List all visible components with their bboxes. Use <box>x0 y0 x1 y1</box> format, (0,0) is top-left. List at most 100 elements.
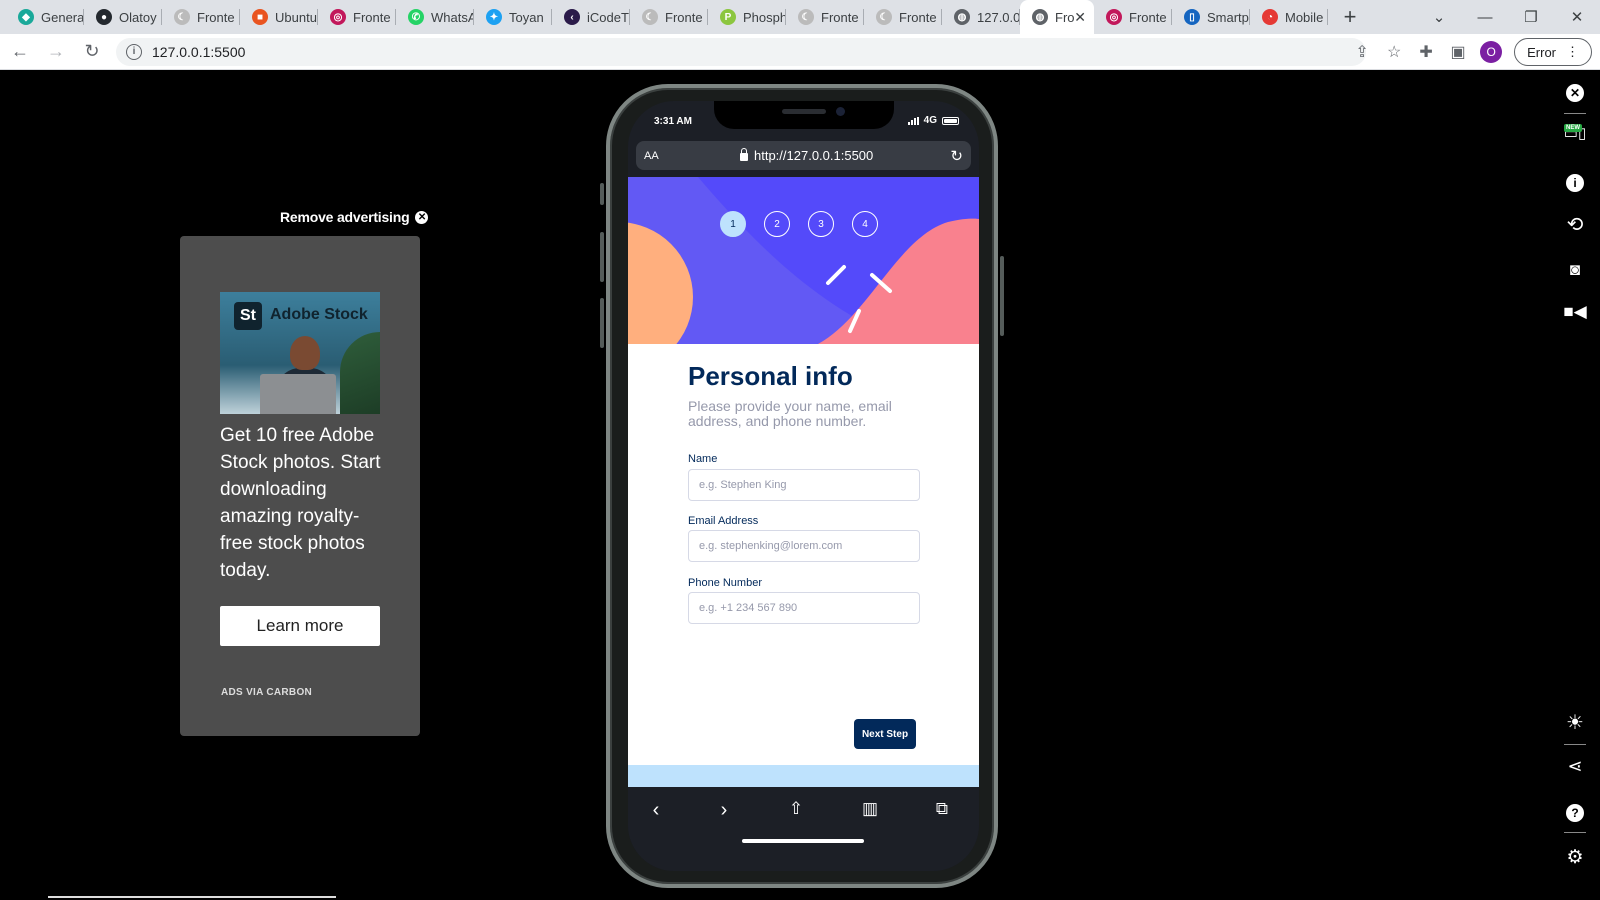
ad-card: St Adobe Stock Get 10 free Adobe Stock p… <box>180 236 420 736</box>
tab-favicon-icon: ☾ <box>876 9 892 25</box>
next-step-button[interactable]: Next Step <box>854 719 916 749</box>
remove-advertising-link[interactable]: Remove advertising ✕ <box>280 209 429 225</box>
battery-icon <box>942 116 959 125</box>
video-record-icon[interactable]: ■◀ <box>1560 302 1590 322</box>
browser-tab[interactable]: ■ Ubuntu <box>240 0 318 34</box>
phone-input[interactable] <box>688 592 920 624</box>
back-button[interactable]: ← <box>4 41 36 62</box>
tab-favicon-icon: ‹ <box>564 9 580 25</box>
safari-back-icon[interactable]: ‹ <box>642 799 670 822</box>
phone-notch <box>714 101 894 129</box>
bookmark-star-icon[interactable]: ☆ <box>1384 42 1404 62</box>
side-panel-icon[interactable]: ▣ <box>1448 42 1468 62</box>
browser-tab[interactable]: ☾ Fronte <box>630 0 708 34</box>
learn-more-button[interactable]: Learn more <box>220 606 380 646</box>
laptop-shape <box>260 374 336 414</box>
tab-search-icon[interactable]: ⌄ <box>1416 8 1462 26</box>
signal-icon <box>907 116 919 125</box>
mobile-reload-icon[interactable]: ↻ <box>950 147 963 165</box>
restore-button[interactable]: ❐ <box>1508 8 1554 26</box>
browser-tab[interactable]: ▯ Smartp <box>1172 0 1250 34</box>
tab-favicon-icon: ▯ <box>1184 9 1200 25</box>
browser-tab[interactable]: ◆ Genera <box>6 0 84 34</box>
step-indicator[interactable]: 4 <box>852 211 878 237</box>
profile-avatar[interactable]: O <box>1480 41 1503 63</box>
browser-tab[interactable]: ◎ Fronte <box>1094 0 1172 34</box>
info-icon[interactable]: i <box>1560 172 1590 192</box>
adobe-stock-brand: Adobe Stock <box>270 306 368 323</box>
lock-icon <box>740 148 748 161</box>
safari-share-icon[interactable]: ⇧ <box>782 799 810 819</box>
rotate-icon[interactable]: ⟲ <box>1560 212 1590 237</box>
step-indicator[interactable]: 1 <box>720 211 746 237</box>
browser-tab[interactable]: ‹ iCodeT <box>552 0 630 34</box>
tab-favicon-icon: ◆ <box>18 9 34 25</box>
brightness-icon[interactable]: ☀ <box>1560 710 1590 735</box>
browser-tab[interactable]: ● Olatoy <box>84 0 162 34</box>
speaker-grille <box>782 109 826 114</box>
tab-favicon-icon: ◎ <box>330 9 346 25</box>
safari-tabs-icon[interactable]: ⧉ <box>928 799 956 819</box>
browser-tab[interactable]: ☾ Fronte <box>786 0 864 34</box>
status-indicators: 4G <box>907 115 959 126</box>
error-button[interactable]: Error ⋮ <box>1514 38 1592 66</box>
browser-tab[interactable]: ◍ 127.0.0 <box>942 0 1020 34</box>
browser-tab[interactable]: P Phosph <box>708 0 786 34</box>
share-nodes-icon[interactable]: ⋖ <box>1560 756 1590 777</box>
safari-bookmarks-icon[interactable]: ▥ <box>856 799 884 819</box>
browser-tab[interactable]: ✦ Toyan <box>474 0 552 34</box>
tab-title: Fronte <box>353 9 391 25</box>
browser-tab[interactable]: ☾ Fronte <box>864 0 942 34</box>
help-icon[interactable]: ? <box>1560 802 1590 822</box>
screenshot-camera-icon[interactable]: ◙ <box>1560 260 1590 280</box>
step-indicator[interactable]: 2 <box>764 211 790 237</box>
tab-favicon-icon: ◎ <box>1106 9 1122 25</box>
person-head-shape <box>290 336 320 370</box>
browser-tab[interactable]: ◎ Fronte <box>318 0 396 34</box>
ad-text[interactable]: Get 10 free Adobe Stock photos. Start do… <box>220 422 385 584</box>
reload-button[interactable]: ↻ <box>76 41 108 62</box>
reader-aa-button[interactable]: AA <box>644 150 659 162</box>
email-input[interactable] <box>688 530 920 562</box>
browser-tab-bar: ◆ Genera ● Olatoy ☾ Fronte ■ Ubuntu ◎ Fronte ✆ What… <box>0 0 1600 34</box>
tab-favicon-icon: ☾ <box>174 9 190 25</box>
form-title: Personal info <box>688 361 853 391</box>
safari-forward-icon[interactable]: › <box>710 799 738 822</box>
name-input[interactable] <box>688 469 920 501</box>
browser-tab[interactable]: ◍ Fro ✕ <box>1020 0 1094 34</box>
tab-title: Toyan <box>509 9 544 25</box>
browser-tab[interactable]: ☾ Fronte <box>162 0 240 34</box>
tab-favicon-icon: ☾ <box>798 9 814 25</box>
extensions-puzzle-icon[interactable]: ✚ <box>1416 42 1436 62</box>
close-window-button[interactable]: ✕ <box>1554 8 1600 26</box>
close-circle-icon: ✕ <box>415 210 429 224</box>
address-bar[interactable]: i 127.0.0.1:5500 <box>116 37 1366 66</box>
phone-volume-down <box>600 298 604 348</box>
mobile-url-text: http://127.0.0.1:5500 <box>754 148 874 163</box>
minimize-button[interactable]: — <box>1462 9 1508 26</box>
ads-via-carbon-link[interactable]: ADS VIA CARBON <box>221 687 312 698</box>
browser-tab[interactable]: ◔ Mobile <box>1250 0 1328 34</box>
tab-title: 127.0.0 <box>977 9 1020 25</box>
close-simulator-icon[interactable]: ✕ <box>1560 82 1590 102</box>
tab-title: Fronte <box>1129 9 1167 25</box>
step-indicator[interactable]: 3 <box>808 211 834 237</box>
front-camera <box>836 107 845 116</box>
home-indicator <box>742 839 864 843</box>
tab-title: Smartp <box>1207 9 1249 25</box>
plant-shape <box>340 332 380 414</box>
settings-gear-icon[interactable]: ⚙ <box>1560 846 1590 869</box>
mobile-url-bar[interactable]: AA http://127.0.0.1:5500 ↻ <box>636 141 971 170</box>
tab-title: Genera <box>41 9 84 25</box>
forward-button[interactable]: → <box>40 41 72 62</box>
phone-screen: 3:31 AM 4G AA http://127.0.0.1:5500 ↻ 12… <box>628 101 979 871</box>
new-badge: NEW <box>1564 124 1582 132</box>
share-icon[interactable]: ⇪ <box>1352 42 1372 62</box>
close-tab-icon[interactable]: ✕ <box>1074 9 1086 26</box>
tab-title: iCodeT <box>587 9 629 25</box>
ad-image[interactable]: St Adobe Stock <box>220 292 380 414</box>
adobe-stock-logo: St <box>234 302 262 330</box>
new-tab-button[interactable]: + <box>1332 4 1368 30</box>
browser-tab[interactable]: ✆ WhatsA <box>396 0 474 34</box>
site-info-icon[interactable]: i <box>126 43 142 60</box>
